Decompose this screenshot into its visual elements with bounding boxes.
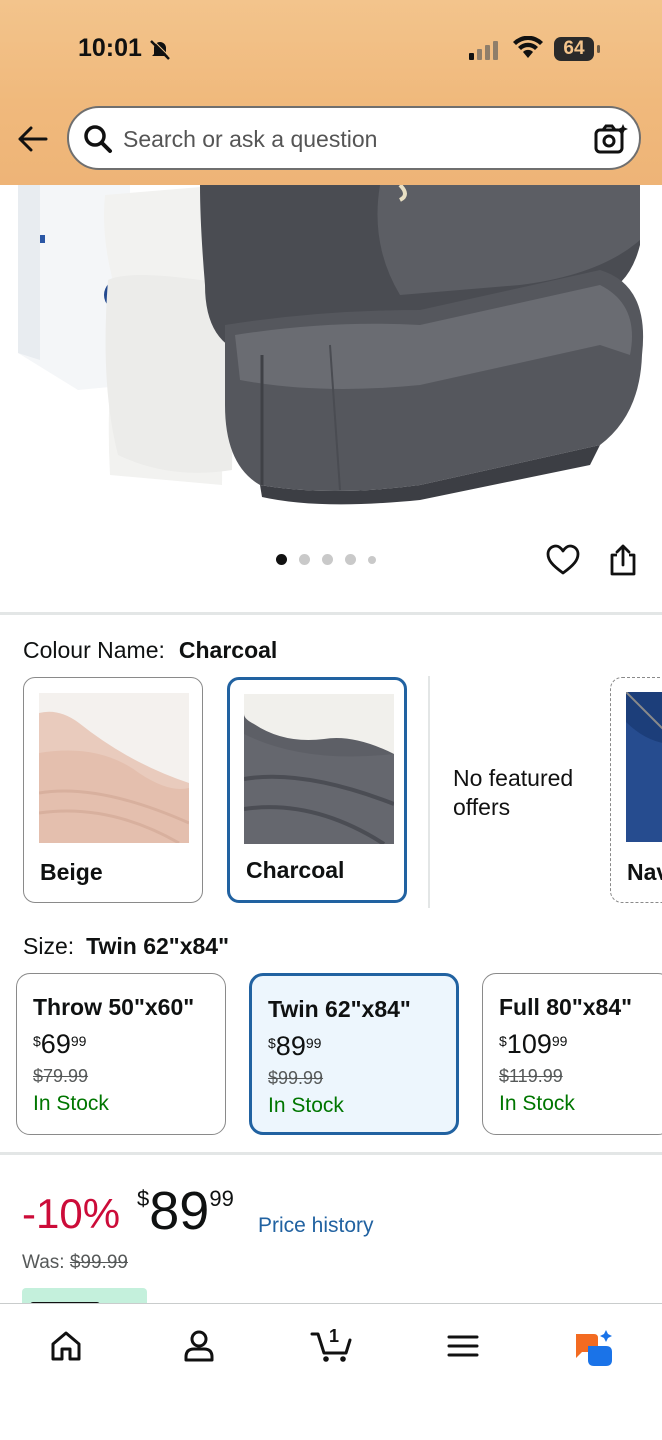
discount-percentage: -10% xyxy=(22,1190,121,1237)
colour-label: Colour Name: Charcoal xyxy=(23,637,277,664)
pagination-dot[interactable] xyxy=(276,554,287,565)
price-fraction: 99 xyxy=(209,1186,234,1211)
camera-search-icon[interactable] xyxy=(593,122,629,161)
pagination-dot[interactable] xyxy=(299,554,310,565)
size-label: Size: Twin 62"x84" xyxy=(23,933,229,960)
bottom-tab-bar xyxy=(0,1303,662,1440)
size-name: Full 80"x84" xyxy=(499,994,633,1020)
product-image[interactable] xyxy=(0,185,662,590)
battery-nub xyxy=(597,45,600,53)
was-price: Was: $99.99 xyxy=(22,1252,128,1274)
menu-icon[interactable] xyxy=(445,1328,481,1369)
home-icon[interactable] xyxy=(48,1328,84,1369)
swatch-name: Nav xyxy=(627,859,662,885)
size-price: $8999 xyxy=(268,1031,322,1061)
size-price: $10999 xyxy=(499,1029,568,1059)
price-history-link[interactable]: Price history xyxy=(258,1214,374,1238)
size-stock-status: In Stock xyxy=(499,1092,575,1115)
colour-selected-value: Charcoal xyxy=(178,637,278,663)
colour-label-text: Colour Name: xyxy=(23,637,165,663)
search-input[interactable] xyxy=(123,122,563,156)
beige-swatch-image xyxy=(39,693,189,843)
size-stock-status: In Stock xyxy=(33,1092,109,1115)
section-divider xyxy=(0,612,662,615)
search-bar[interactable] xyxy=(67,106,641,170)
size-price-whole: 89 xyxy=(275,1031,306,1061)
section-divider xyxy=(0,1152,662,1155)
image-pagination[interactable] xyxy=(276,554,376,565)
wishlist-heart-icon[interactable] xyxy=(546,544,580,581)
navy-swatch-image xyxy=(626,692,662,842)
swatch-name: Beige xyxy=(40,859,103,885)
pagination-dot[interactable] xyxy=(322,554,333,565)
size-name: Throw 50"x60" xyxy=(33,994,195,1020)
current-price: $8999 xyxy=(137,1180,234,1242)
pagination-dot[interactable] xyxy=(368,555,376,564)
price-block: -10% $8999 Price history xyxy=(22,1180,642,1242)
size-was-price: $119.99 xyxy=(499,1066,563,1086)
size-selected-value: Twin 62"x84" xyxy=(86,933,229,959)
size-price-whole: 109 xyxy=(506,1029,552,1059)
back-arrow-icon[interactable] xyxy=(16,124,50,159)
rufus-assistant-icon[interactable] xyxy=(572,1328,616,1373)
colour-swatch-beige[interactable]: Beige xyxy=(23,677,203,903)
bell-muted-icon xyxy=(148,38,172,67)
price-currency: $ xyxy=(137,1186,150,1211)
size-price-whole: 69 xyxy=(40,1029,71,1059)
size-price-fraction: 99 xyxy=(70,1033,87,1049)
size-stock-status: In Stock xyxy=(268,1094,344,1117)
size-option-throw[interactable]: Throw 50"x60" $6999 $79.99 In Stock xyxy=(16,973,226,1135)
size-was-price: $99.99 xyxy=(268,1068,324,1088)
size-price-fraction: 99 xyxy=(551,1033,568,1049)
share-icon[interactable] xyxy=(608,543,638,582)
status-time: 10:01 xyxy=(78,34,142,62)
no-featured-offers-text: No featured offers xyxy=(453,765,574,820)
battery-indicator: 64 xyxy=(554,37,594,61)
size-label-text: Size: xyxy=(23,933,75,959)
cart-item-count: 1 xyxy=(329,1326,340,1346)
colour-swatch-charcoal[interactable]: Charcoal xyxy=(227,677,407,903)
battery-percentage: 64 xyxy=(563,38,585,59)
pagination-dot[interactable] xyxy=(345,554,356,565)
size-option-full[interactable]: Full 80"x84" $10999 $119.99 In Stock xyxy=(482,973,662,1135)
size-price: $6999 xyxy=(33,1029,87,1059)
size-price-fraction: 99 xyxy=(305,1035,322,1051)
cell-signal-icon xyxy=(469,40,501,65)
was-label: Was: xyxy=(22,1252,65,1273)
size-name: Twin 62"x84" xyxy=(268,996,411,1022)
search-icon xyxy=(83,124,113,159)
price-whole: 89 xyxy=(149,1181,210,1241)
swatch-name: Charcoal xyxy=(246,857,345,883)
charcoal-swatch-image xyxy=(244,694,394,844)
swatch-separator xyxy=(428,676,430,908)
account-icon[interactable] xyxy=(181,1328,217,1369)
was-price-value: $99.99 xyxy=(69,1252,128,1273)
wifi-icon xyxy=(512,35,544,65)
colour-swatch-navy[interactable]: Nav xyxy=(610,677,662,903)
size-option-twin[interactable]: Twin 62"x84" $8999 $99.99 In Stock xyxy=(249,973,459,1135)
header: 10:01 64 xyxy=(0,0,662,185)
size-was-price: $79.99 xyxy=(33,1066,89,1086)
